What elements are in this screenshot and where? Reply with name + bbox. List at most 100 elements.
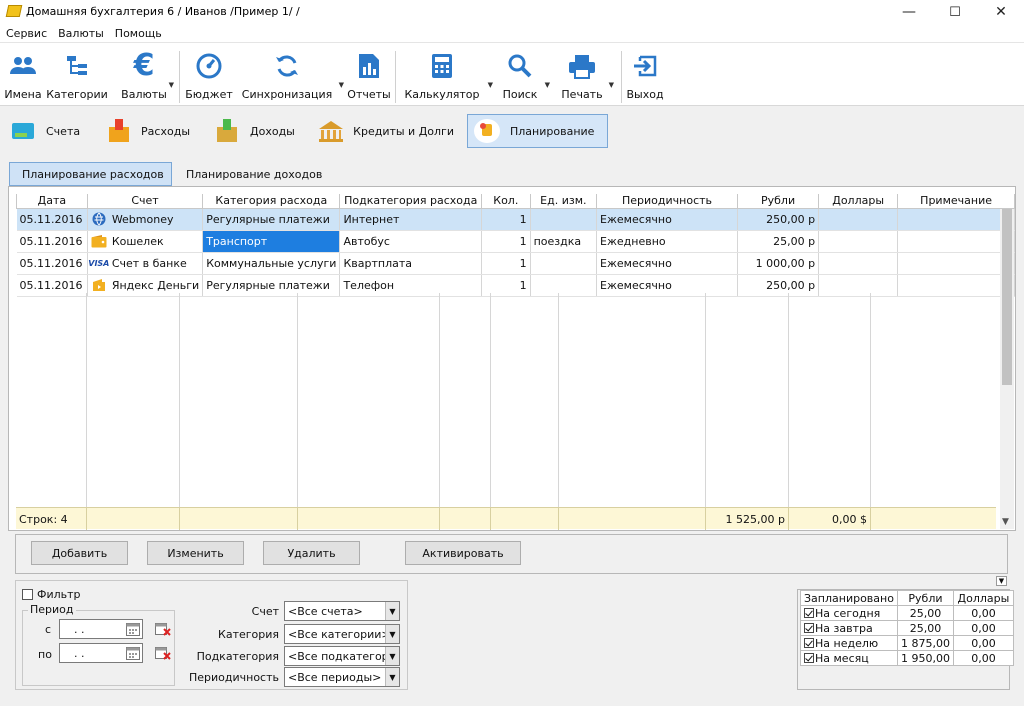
column-header-rub[interactable]: Рубли [737,194,820,209]
cell-periodicity[interactable]: Ежедневно [596,230,739,253]
category-filter-select[interactable]: <Все категории> ▼ [284,624,400,644]
cell-periodicity[interactable]: Ежемесячно [596,208,739,231]
section-accounts[interactable]: Счета [4,114,94,148]
summary-checkbox[interactable] [804,652,814,663]
menu-help[interactable]: Помощь [115,27,162,40]
cell-note[interactable] [897,208,1015,231]
column-header-account[interactable]: Счет [86,194,204,209]
vertical-scrollbar[interactable]: ▼ [1000,209,1014,529]
maximize-button[interactable]: ☐ [932,0,978,24]
cell-usd[interactable] [818,208,899,231]
close-button[interactable]: ✕ [978,0,1024,24]
scrollbar-thumb[interactable] [1002,209,1012,385]
menu-currencies[interactable]: Валюты [58,27,104,40]
budget-button[interactable]: Бюджет [185,49,233,105]
cell-qty[interactable]: 1 [481,252,531,275]
search-button[interactable]: Поиск ▼ [500,49,550,105]
reports-button[interactable]: Отчеты [347,49,391,105]
cell-note[interactable] [897,252,1015,275]
column-header-qty[interactable]: Кол. [481,194,531,209]
table-row[interactable]: 05.11.2016 VISA Счет в банке Коммунальные… [16,252,1015,275]
chevron-down-icon[interactable]: ▼ [385,647,399,665]
clear-date-icon[interactable] [155,646,171,663]
cell-subcategory[interactable]: Интернет [339,208,483,231]
table-row[interactable]: 05.11.2016 Webmoney Регулярные платежи И… [16,208,1015,231]
column-header-subcategory[interactable]: Подкатегория расхода [339,194,483,209]
cell-note[interactable] [897,274,1015,297]
cell-category[interactable]: Транспорт [202,230,341,253]
cell-date[interactable]: 05.11.2016 [16,208,88,231]
section-expenses[interactable]: Расходы [100,114,196,148]
exit-button[interactable]: Выход [626,49,664,105]
calendar-icon[interactable] [126,622,140,639]
account-filter-select[interactable]: <Все счета> ▼ [284,601,400,621]
calculator-button[interactable]: Калькулятор ▼ [405,49,493,105]
names-button[interactable]: Имена [4,49,42,105]
activate-button[interactable]: Активировать [405,541,521,565]
cell-usd[interactable] [818,230,899,253]
column-header-category[interactable]: Категория расхода [202,194,341,209]
subcategory-filter-select[interactable]: <Все подкатегории> ▼ [284,646,400,666]
cell-unit[interactable] [530,208,598,231]
cell-note[interactable] [897,230,1015,253]
tab-income-planning[interactable]: Планирование доходов [174,162,330,186]
delete-button[interactable]: Удалить [263,541,360,565]
print-button[interactable]: Печать ▼ [560,49,614,105]
summary-checkbox[interactable] [804,607,814,618]
tab-expense-planning[interactable]: Планирование расходов [9,162,172,186]
chevron-down-icon[interactable]: ▼ [339,81,344,89]
cell-subcategory[interactable]: Автобус [339,230,483,253]
chevron-down-icon[interactable]: ▼ [545,81,550,89]
filter-checkbox[interactable] [22,589,33,600]
periodicity-filter-select[interactable]: <Все периоды> ▼ [284,667,400,687]
summary-usd: 0,00 [952,605,1014,621]
column-header-date[interactable]: Дата [16,194,88,209]
cell-usd[interactable] [818,252,899,275]
add-button[interactable]: Добавить [31,541,128,565]
chevron-down-icon[interactable]: ▼ [609,81,614,89]
menu-service[interactable]: Сервис [6,27,47,40]
total-usd: 0,00 $ [789,508,871,530]
table-row[interactable]: 05.11.2016 Кошелек Транспорт Автобус 1 п… [16,230,1015,253]
section-income[interactable]: Доходы [208,114,304,148]
cell-account[interactable]: Webmoney [87,208,204,231]
chevron-down-icon[interactable]: ▼ [385,602,399,620]
cell-periodicity[interactable]: Ежемесячно [596,252,739,275]
cell-rub[interactable]: 250,00 р [737,208,820,231]
chevron-down-icon[interactable]: ▼ [385,668,399,686]
scroll-down-icon[interactable]: ▼ [1002,517,1009,527]
cell-qty[interactable]: 1 [481,230,531,253]
calendar-icon[interactable] [126,646,140,663]
cell-category[interactable]: Коммунальные услуги [202,252,341,275]
summary-checkbox[interactable] [804,637,814,648]
cell-date[interactable]: 05.11.2016 [16,230,88,253]
section-planning[interactable]: Планирование [467,114,608,148]
summary-checkbox[interactable] [804,622,814,633]
sync-button[interactable]: Синхронизация ▼ [240,49,344,105]
categories-button[interactable]: Категории [46,49,108,105]
section-credits[interactable]: Кредиты и Долги [312,114,460,148]
column-header-usd[interactable]: Доллары [818,194,899,209]
edit-button[interactable]: Изменить [147,541,244,565]
minimize-button[interactable]: — [886,0,932,24]
cell-rub[interactable]: 25,00 р [737,230,820,253]
cell-account[interactable]: VISA Счет в банке [87,252,204,275]
chevron-down-icon[interactable]: ▼ [488,81,493,89]
column-header-note[interactable]: Примечание [897,194,1015,209]
chevron-down-icon[interactable]: ▼ [169,81,174,89]
currencies-button[interactable]: € Валюты ▼ [115,49,174,105]
column-header-unit[interactable]: Ед. изм. [529,194,598,209]
cell-subcategory[interactable]: Квартплата [339,252,483,275]
summary-collapse-icon[interactable]: ▼ [996,576,1007,586]
column-header-periodicity[interactable]: Периодичность [596,194,739,209]
cell-date[interactable]: 05.11.2016 [16,252,88,275]
cell-qty[interactable]: 1 [481,208,531,231]
clear-date-icon[interactable] [155,622,171,639]
cell-unit[interactable]: поездка [530,230,598,253]
cell-rub[interactable]: 1 000,00 р [737,252,820,275]
chevron-down-icon[interactable]: ▼ [385,625,399,643]
cell-category[interactable]: Регулярные платежи [202,208,341,231]
filter-toggle[interactable]: Фильтр [22,588,81,601]
cell-account[interactable]: Кошелек [87,230,204,253]
cell-unit[interactable] [530,252,598,275]
